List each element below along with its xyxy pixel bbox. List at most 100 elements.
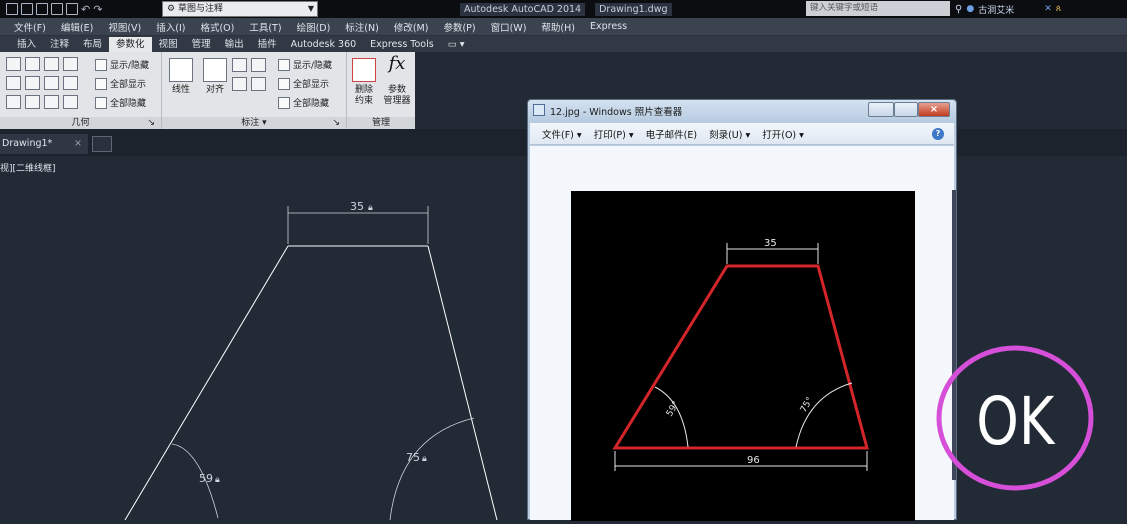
- geometry-panel-title: 几何: [71, 118, 90, 128]
- menu-file[interactable]: 文件(F): [14, 20, 46, 34]
- tab-insert[interactable]: 插入: [10, 37, 43, 52]
- save-icon[interactable]: [36, 3, 48, 15]
- radius-icon[interactable]: [232, 58, 247, 72]
- menu-insert[interactable]: 插入(I): [156, 20, 185, 34]
- dimensional-panel-title: 标注: [241, 118, 260, 128]
- dim-show-hide-label: 显示/隐藏: [293, 61, 333, 71]
- show-hide-button[interactable]: 显示/隐藏: [95, 58, 149, 71]
- close-icon[interactable]: ×: [74, 134, 82, 154]
- tab-layout[interactable]: 布局: [76, 37, 109, 52]
- dim-show-all-button[interactable]: 全部显示: [278, 77, 329, 90]
- menu-modify[interactable]: 修改(M): [394, 20, 429, 34]
- dim-hide-all-label: 全部隐藏: [293, 99, 330, 109]
- tangent-icon[interactable]: [6, 95, 21, 109]
- top-dim-value[interactable]: 35: [350, 200, 364, 213]
- binoculars-icon[interactable]: ⚲: [955, 4, 962, 15]
- tab-express-tools[interactable]: Express Tools: [363, 37, 441, 52]
- vertical-icon[interactable]: [63, 76, 78, 90]
- show-all-button[interactable]: 全部显示: [95, 77, 146, 90]
- manage-panel-label: 管理: [347, 117, 415, 129]
- dialog-launcher-icon[interactable]: ↘: [147, 117, 155, 129]
- new-tab-button[interactable]: [92, 136, 112, 152]
- redo-icon[interactable]: ↷: [93, 3, 102, 16]
- tab-view[interactable]: 视图: [152, 37, 185, 52]
- geometry-panel-label[interactable]: 几何 ↘: [0, 117, 161, 129]
- gear-icon: ⚙: [167, 4, 176, 14]
- trapezoid-right-edge[interactable]: [427, 245, 498, 520]
- exchange-icon[interactable]: ✕: [1044, 4, 1052, 14]
- viewer-menu-email[interactable]: 电子邮件(E): [646, 127, 697, 141]
- open-file-icon[interactable]: [21, 3, 33, 15]
- hide-all-button[interactable]: 全部隐藏: [95, 96, 146, 109]
- concentric-icon[interactable]: [44, 57, 59, 71]
- img-top-dim-value: 35: [764, 238, 777, 249]
- tab-output[interactable]: 输出: [218, 37, 251, 52]
- menu-help[interactable]: 帮助(H): [541, 20, 575, 34]
- perpendicular-icon[interactable]: [25, 76, 40, 90]
- tab-parametric[interactable]: 参数化: [109, 37, 152, 52]
- viewer-menu-print[interactable]: 打印(P) ▾: [594, 127, 634, 141]
- print-icon[interactable]: [66, 3, 78, 15]
- viewer-title: 12.jpg - Windows 照片查看器: [550, 107, 683, 118]
- angular-icon[interactable]: [232, 77, 247, 91]
- convert-icon[interactable]: [251, 77, 266, 91]
- menu-tools[interactable]: 工具(T): [249, 20, 281, 34]
- diameter-icon[interactable]: [251, 58, 266, 72]
- collinear-icon[interactable]: [25, 57, 40, 71]
- minimize-button[interactable]: [868, 102, 894, 117]
- save-as-icon[interactable]: [51, 3, 63, 15]
- ok-annotation: OK: [936, 345, 1094, 491]
- menu-window[interactable]: 窗口(W): [491, 20, 527, 34]
- parameters-manager-button[interactable]: fx 参数 管理器: [381, 55, 413, 107]
- maximize-button[interactable]: [894, 102, 918, 117]
- undo-icon[interactable]: ↶: [81, 3, 90, 16]
- close-window-button[interactable]: ×: [918, 102, 950, 117]
- viewer-menu-file[interactable]: 文件(F) ▾: [542, 127, 582, 141]
- dialog-launcher-icon[interactable]: ↘: [332, 117, 340, 129]
- search-input[interactable]: 键入关键字或短语: [806, 1, 950, 16]
- help-icon[interactable]: ጰ: [1056, 4, 1061, 14]
- param-manager-label-1: 参数: [387, 85, 406, 95]
- dimensional-panel-label[interactable]: 标注 ▾ ↘: [162, 117, 346, 129]
- horizontal-icon[interactable]: [44, 76, 59, 90]
- viewer-menu-open[interactable]: 打开(O) ▾: [762, 127, 804, 141]
- menu-draw[interactable]: 绘图(D): [297, 20, 331, 34]
- viewer-menu-burn[interactable]: 刻录(U) ▾: [709, 127, 750, 141]
- workspace-select[interactable]: ⚙ 草图与注释 ▼: [162, 1, 318, 17]
- tab-annotate[interactable]: 注释: [43, 37, 76, 52]
- menu-view[interactable]: 视图(V): [108, 20, 141, 34]
- menu-parametric[interactable]: 参数(P): [443, 20, 475, 34]
- symmetric-icon[interactable]: [44, 95, 59, 109]
- tab-drawing1[interactable]: Drawing1* ×: [0, 134, 88, 154]
- dim-hide-all-button[interactable]: 全部隐藏: [278, 96, 329, 109]
- fix-icon[interactable]: [63, 57, 78, 71]
- smooth-icon[interactable]: [25, 95, 40, 109]
- hide-all-icon: [95, 96, 107, 109]
- dim-show-hide-button[interactable]: 显示/隐藏: [278, 58, 332, 71]
- menu-dimension[interactable]: 标注(N): [345, 20, 379, 34]
- displayed-image: 35 96 59° 75°: [571, 191, 915, 521]
- aligned-label: 对齐: [205, 85, 224, 95]
- left-angle-value[interactable]: 59: [199, 472, 213, 485]
- delete-constraints-label-1: 删除: [354, 85, 373, 95]
- menu-edit[interactable]: 编辑(E): [61, 20, 93, 34]
- coincident-icon[interactable]: [6, 57, 21, 71]
- panel-toggle-icon[interactable]: ▭ ▾: [441, 37, 472, 52]
- parallel-icon[interactable]: [6, 76, 21, 90]
- tab-manage[interactable]: 管理: [185, 37, 218, 52]
- tab-plugins[interactable]: 插件: [251, 37, 284, 52]
- delete-constraints-button[interactable]: 删除 约束: [349, 58, 379, 107]
- viewer-title-bar[interactable]: 12.jpg - Windows 照片查看器 ×: [528, 100, 956, 122]
- menu-format[interactable]: 格式(O): [200, 20, 234, 34]
- viewer-menu-open-label: 打开(O): [762, 129, 797, 141]
- menu-express[interactable]: Express: [590, 21, 627, 32]
- user-name[interactable]: 古洞艾米: [978, 3, 1014, 16]
- equal-icon[interactable]: [63, 95, 78, 109]
- tab-autodesk-360[interactable]: Autodesk 360: [284, 37, 364, 52]
- linear-button[interactable]: 线性: [166, 58, 196, 96]
- new-file-icon[interactable]: [6, 3, 18, 15]
- cad-drawing-area[interactable]: 35 🔒︎ 59 🔒︎ 75 🔒︎: [0, 156, 530, 520]
- aligned-button[interactable]: 对齐: [200, 58, 230, 96]
- help-icon[interactable]: ?: [932, 128, 944, 140]
- right-angle-value[interactable]: 75: [406, 451, 420, 464]
